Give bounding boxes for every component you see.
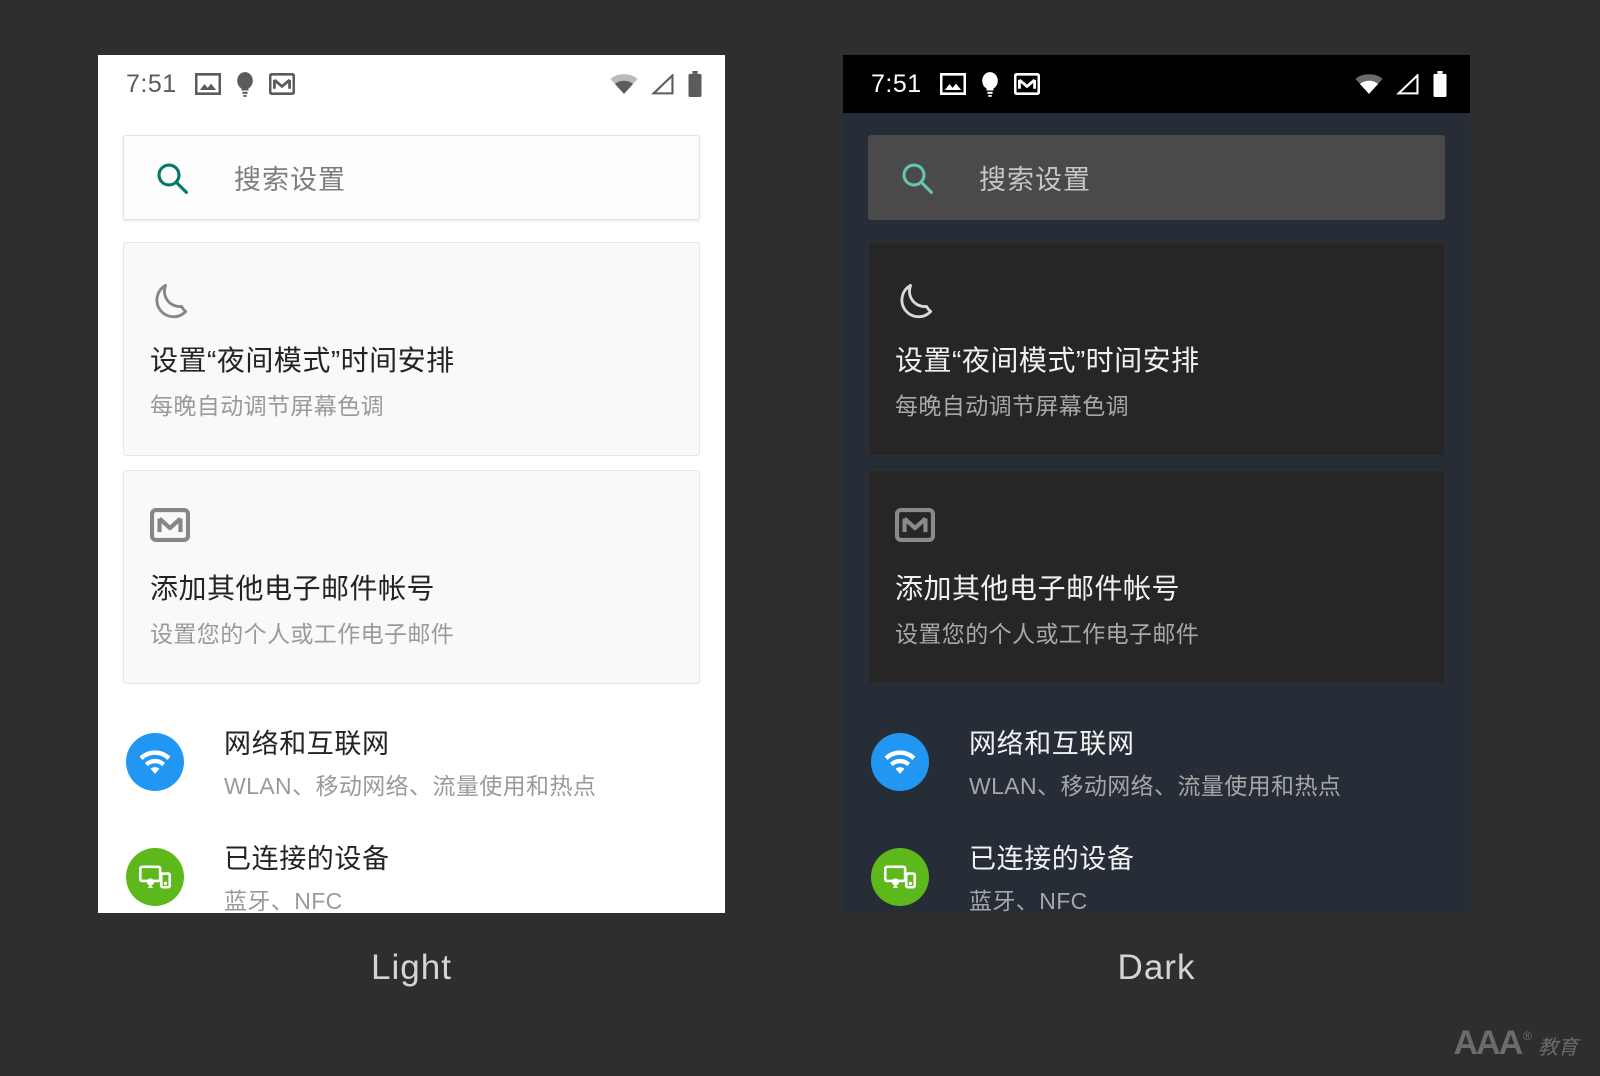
suggestion-card-add-email[interactable]: 添加其他电子邮件帐号 设置您的个人或工作电子邮件 [868,470,1445,684]
battery-icon [687,71,703,97]
settings-item-title: 已连接的设备 [224,844,390,874]
settings-item-text: 网络和互联网 WLAN、移动网络、流量使用和热点 [969,722,1341,801]
wifi-circle-icon [126,732,184,791]
gmail-icon [268,73,295,95]
search-placeholder-text: 搜索设置 [234,165,346,195]
settings-item-title: 网络和互联网 [969,729,1135,759]
settings-item-subtitle: WLAN、移动网络、流量使用和热点 [224,773,597,799]
card-title: 设置“夜间模式”时间安排 [895,345,1200,376]
settings-item-text: 网络和互联网 WLAN、移动网络、流量使用和热点 [224,722,596,801]
settings-item-text: 已连接的设备 蓝牙、NFC [224,837,390,913]
suggestion-cards-light: 设置“夜间模式”时间安排 每晚自动调节屏幕色调 添加其他电子邮件帐号 设置您的个… [98,220,725,684]
light-screen-content: 搜索设置 设置“夜间模式”时间安排 每晚自动调节屏幕色调 添加其他电子邮件帐号 [98,113,725,913]
settings-item-subtitle: 蓝牙、NFC [969,888,1088,913]
card-title: 添加其他电子邮件帐号 [150,573,436,604]
cell-signal-icon [1396,73,1419,95]
settings-item-network-internet[interactable]: 网络和互联网 WLAN、移动网络、流量使用和热点 [98,704,725,819]
moon-icon [895,279,1418,321]
status-bar-clock: 7:51 [126,69,177,98]
lightbulb-icon [980,71,1000,97]
settings-item-subtitle: WLAN、移动网络、流量使用和热点 [969,773,1342,799]
card-title: 添加其他电子邮件帐号 [895,573,1181,604]
connected-devices-icon [871,847,929,906]
comparison-stage: 7:51 搜索设置 设置“夜间模式”时间安排 每晚自动调节屏幕色调 添加其他电子… [0,0,1600,1076]
settings-list-light: 网络和互联网 WLAN、移动网络、流量使用和热点 已连接的设备 蓝牙、NFC [98,684,725,913]
image-icon [939,73,966,95]
search-bar-container-dark: 搜索设置 [843,113,1470,220]
status-bar-notification-icons [939,71,1040,97]
search-icon [899,160,935,196]
connected-devices-icon [126,847,184,906]
settings-item-title: 已连接的设备 [969,844,1135,874]
search-placeholder-text: 搜索设置 [979,165,1091,195]
suggestion-card-night-mode[interactable]: 设置“夜间模式”时间安排 每晚自动调节屏幕色调 [868,242,1445,456]
status-bar-dark: 7:51 [843,55,1470,113]
card-subtitle: 每晚自动调节屏幕色调 [150,393,384,419]
suggestion-cards-dark: 设置“夜间模式”时间安排 每晚自动调节屏幕色调 添加其他电子邮件帐号 设置您的个… [843,220,1470,684]
caption-dark: Dark [1117,948,1196,987]
battery-icon [1432,71,1448,97]
status-bar-clock: 7:51 [871,69,922,98]
watermark-registered-mark: ® [1523,1029,1532,1043]
gmail-icon [150,507,673,549]
search-input[interactable]: 搜索设置 [123,135,700,220]
gmail-icon [895,507,1418,549]
settings-item-network-internet[interactable]: 网络和互联网 WLAN、移动网络、流量使用和热点 [843,704,1470,819]
image-icon [194,73,221,95]
settings-item-subtitle: 蓝牙、NFC [224,888,343,913]
gmail-icon [1013,73,1040,95]
card-subtitle: 每晚自动调节屏幕色调 [895,393,1129,419]
wifi-circle-icon [871,732,929,791]
caption-light: Light [371,948,452,987]
status-bar-light: 7:51 [98,55,725,113]
card-subtitle: 设置您的个人或工作电子邮件 [895,621,1200,647]
suggestion-card-add-email[interactable]: 添加其他电子邮件帐号 设置您的个人或工作电子邮件 [123,470,700,684]
settings-item-connected-devices[interactable]: 已连接的设备 蓝牙、NFC [98,819,725,913]
watermark: AAA ® 教育 [1453,1026,1578,1060]
wifi-icon [610,73,638,95]
search-icon [154,160,190,196]
card-title: 设置“夜间模式”时间安排 [150,345,455,376]
search-input[interactable]: 搜索设置 [868,135,1445,220]
watermark-chinese-text: 教育 [1538,1037,1578,1059]
moon-icon [150,279,673,321]
search-bar-container-light: 搜索设置 [98,113,725,220]
dark-screen-content: 搜索设置 设置“夜间模式”时间安排 每晚自动调节屏幕色调 添加其他电子邮件帐号 [843,113,1470,913]
lightbulb-icon [235,71,255,97]
settings-item-connected-devices[interactable]: 已连接的设备 蓝牙、NFC [843,819,1470,913]
watermark-logo-text: AAA [1453,1024,1523,1062]
status-bar-system-icons [1355,71,1448,97]
suggestion-card-night-mode[interactable]: 设置“夜间模式”时间安排 每晚自动调节屏幕色调 [123,242,700,456]
cell-signal-icon [651,73,674,95]
status-bar-system-icons [610,71,703,97]
wifi-icon [1355,73,1383,95]
status-bar-notification-icons [194,71,295,97]
card-subtitle: 设置您的个人或工作电子邮件 [150,621,455,647]
settings-item-text: 已连接的设备 蓝牙、NFC [969,837,1135,913]
settings-item-title: 网络和互联网 [224,729,390,759]
light-theme-phone-screen: 7:51 搜索设置 设置“夜间模式”时间安排 每晚自动调节屏幕色调 添加其他电子… [98,55,725,913]
settings-list-dark: 网络和互联网 WLAN、移动网络、流量使用和热点 已连接的设备 蓝牙、NFC [843,684,1470,913]
dark-theme-phone-screen: 7:51 搜索设置 设置“夜间模式”时间安排 每晚自动调节屏幕色调 添加其他电子… [843,55,1470,913]
